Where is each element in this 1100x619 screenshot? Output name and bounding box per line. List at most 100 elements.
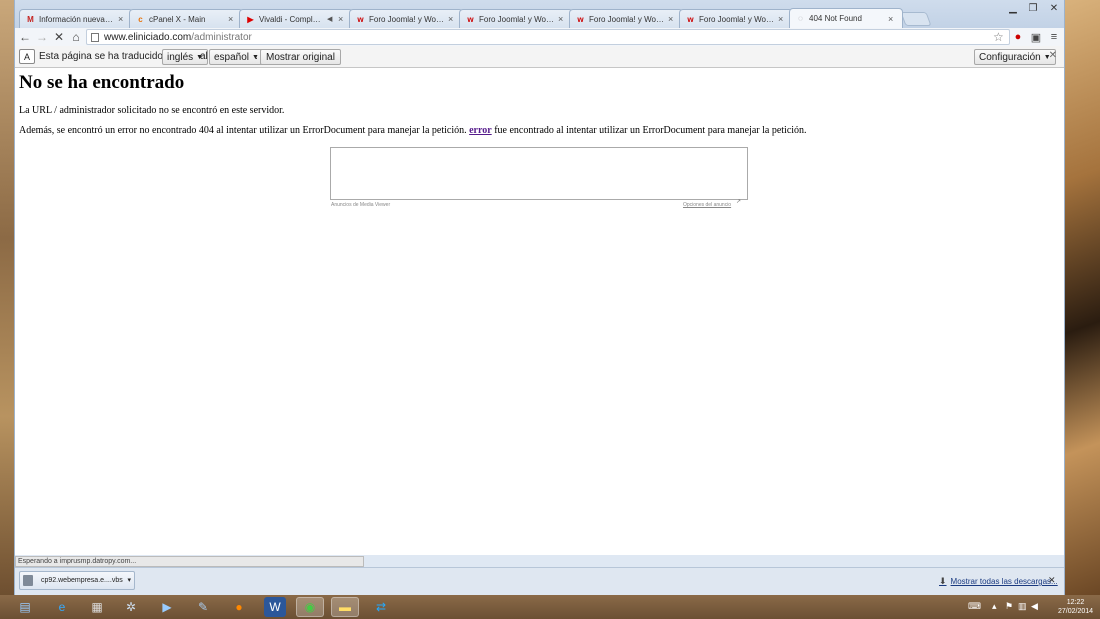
tab-foro-2[interactable]: w Foro Joomla! y WordPres ×	[459, 9, 573, 28]
show-original-button[interactable]: Mostrar original	[260, 49, 341, 65]
chevron-down-icon[interactable]: ▾	[127, 576, 131, 584]
tab-foro-4[interactable]: w Foro Joomla! y WordPres ×	[679, 9, 793, 28]
clock-date: 27/02/2014	[1058, 608, 1094, 615]
show-all-downloads-label: Mostrar todas las descargas...	[950, 577, 1058, 586]
address-bar[interactable]: www.eliniciado.com/administrator	[86, 29, 1010, 45]
desktop-wallpaper-left	[0, 0, 14, 595]
status-bubble: Esperando a imprusmp.datropy.com...	[15, 556, 364, 567]
teamviewer-icon[interactable]: ⇄	[370, 597, 392, 617]
translate-connector: al	[200, 51, 208, 62]
minimize-icon[interactable]: ▁	[1005, 0, 1021, 16]
ad-frame[interactable]	[330, 147, 748, 200]
firefox-icon[interactable]: ●	[228, 597, 250, 617]
translate-settings-label: Configuración	[979, 51, 1041, 63]
loading-icon: ◌	[798, 14, 803, 23]
tab-title: Foro Joomla! y WordPres	[369, 14, 445, 24]
window-extension-icon[interactable]: ▣	[1029, 30, 1043, 44]
close-tab-icon[interactable]: ×	[338, 14, 346, 24]
tab-title: Foro Joomla! y WordPres	[479, 14, 555, 24]
translate-settings-button[interactable]: Configuración ▼	[974, 49, 1056, 65]
close-tab-icon[interactable]: ×	[118, 14, 126, 24]
maximize-icon[interactable]: ❐	[1025, 0, 1041, 16]
tab-foro-1[interactable]: w Foro Joomla! y WordPres ×	[349, 9, 463, 28]
download-icon: ⬇	[939, 576, 947, 586]
close-tab-icon[interactable]: ×	[778, 14, 786, 24]
windows-taskbar: ▤ e ▦ ✲ ▶ ✎ ● W ◉ ▬ ⇄ ⌨ ▴ ⚑ ▥ ◀ 12:22 27…	[0, 595, 1100, 619]
ad-options-link[interactable]: Opciones del anuncio	[683, 202, 731, 208]
stop-icon[interactable]: ✕	[51, 29, 67, 45]
tab-strip: M Información nueva cuent × c cPanel X -…	[15, 0, 1064, 28]
target-language-value: español	[214, 51, 250, 63]
word-icon[interactable]: W	[264, 597, 286, 617]
show-all-downloads-link[interactable]: ⬇ Mostrar todas las descargas...	[939, 576, 1058, 587]
home-icon[interactable]: ⌂	[68, 29, 84, 45]
webempresa-icon: w	[467, 14, 474, 24]
file-icon	[23, 575, 33, 586]
flag-icon[interactable]: ⚑	[1005, 601, 1013, 612]
close-tab-icon[interactable]: ×	[668, 14, 676, 24]
translate-message: Esta página se ha traducido del	[39, 51, 180, 62]
close-infobar-icon[interactable]: ✕	[1049, 50, 1057, 61]
tab-gmail[interactable]: M Información nueva cuent ×	[19, 9, 133, 28]
error-link[interactable]: error	[469, 125, 492, 136]
close-tab-icon[interactable]: ×	[448, 14, 456, 24]
back-arrow-icon[interactable]: ←	[17, 29, 33, 45]
pen-app-icon[interactable]: ✎	[192, 597, 214, 617]
volume-icon[interactable]: ◀	[1031, 601, 1038, 612]
translate-separator: .	[255, 51, 258, 62]
download-shelf: cp92.webempresa.e....vbs ▾ ⬇ Mostrar tod…	[15, 567, 1064, 595]
page-heading: No se ha encontrado	[19, 72, 185, 93]
tab-cpanel[interactable]: c cPanel X - Main ×	[129, 9, 243, 28]
source-language-value: inglés	[167, 51, 194, 63]
tab-title: Foro Joomla! y WordPres	[699, 14, 775, 24]
download-item[interactable]: cp92.webempresa.e....vbs ▾	[19, 571, 135, 590]
taskbar-clock[interactable]: 12:22 27/02/2014	[1058, 598, 1093, 616]
new-tab-button[interactable]	[900, 12, 932, 26]
tab-foro-3[interactable]: w Foro Joomla! y WordPres ×	[569, 9, 683, 28]
mute-tab-icon[interactable]: ◀	[327, 15, 335, 23]
tab-title: cPanel X - Main	[149, 14, 206, 24]
forward-arrow-icon[interactable]: →	[34, 29, 50, 45]
network-icon[interactable]: ▥	[1018, 601, 1027, 612]
close-download-shelf-icon[interactable]: ✕	[1048, 575, 1056, 586]
youtube-icon: ▶	[247, 14, 254, 24]
settings-app-icon[interactable]: ✲	[120, 597, 142, 617]
internet-explorer-icon[interactable]: e	[51, 597, 73, 617]
webempresa-icon: w	[577, 14, 584, 24]
tray-expand-icon[interactable]: ▴	[992, 601, 997, 612]
folder-icon[interactable]: ▬	[331, 597, 359, 617]
close-tab-icon[interactable]: ×	[558, 14, 566, 24]
browser-window: M Información nueva cuent × c cPanel X -…	[14, 0, 1065, 595]
menu-icon[interactable]: ≡	[1047, 30, 1061, 44]
media-player-icon[interactable]: ▶	[156, 597, 178, 617]
adblock-extension-icon[interactable]: ●	[1011, 30, 1025, 44]
tab-title: Información nueva cuent	[39, 14, 115, 24]
translate-icon: A	[19, 49, 35, 64]
ad-label[interactable]: Anuncios de Media Viewer	[331, 202, 390, 208]
error-text-after: fue encontrado al intentar utilizar un E…	[494, 125, 807, 136]
ad-arrow-icon[interactable]: ↗	[736, 198, 741, 205]
tab-title: Foro Joomla! y WordPres	[589, 14, 665, 24]
clock-time: 12:22	[1066, 599, 1085, 606]
cpanel-icon: c	[138, 14, 143, 24]
error-text-before: Además, se encontró un error no encontra…	[19, 125, 467, 136]
download-filename: cp92.webempresa.e....vbs	[41, 577, 123, 584]
close-window-icon[interactable]: ✕	[1044, 0, 1064, 16]
bookmark-star-icon[interactable]: ☆	[993, 30, 1004, 44]
explorer-icon[interactable]: ▤	[14, 597, 36, 617]
tab-vivaldi[interactable]: ▶ Vivaldi - Complete Ce ◀ ×	[239, 9, 353, 28]
webempresa-icon: w	[357, 14, 364, 24]
notepad-icon[interactable]: ▦	[86, 597, 108, 617]
close-tab-icon[interactable]: ×	[888, 14, 896, 24]
page-content: No se ha encontrado La URL / administrad…	[15, 68, 1064, 555]
keyboard-icon[interactable]: ⌨	[968, 601, 981, 612]
close-tab-icon[interactable]: ×	[228, 14, 236, 24]
tab-title: Vivaldi - Complete Ce	[259, 14, 324, 24]
not-found-message: La URL / administrador solicitado no se …	[19, 105, 285, 116]
chrome-icon[interactable]: ◉	[296, 597, 324, 617]
tab-404-active[interactable]: ◌ 404 Not Found ×	[789, 8, 903, 28]
translate-infobar: A Esta página se ha traducido del inglés…	[15, 46, 1064, 68]
webempresa-icon: w	[687, 14, 694, 24]
desktop-wallpaper-right	[1063, 0, 1100, 595]
page-icon	[91, 32, 99, 42]
